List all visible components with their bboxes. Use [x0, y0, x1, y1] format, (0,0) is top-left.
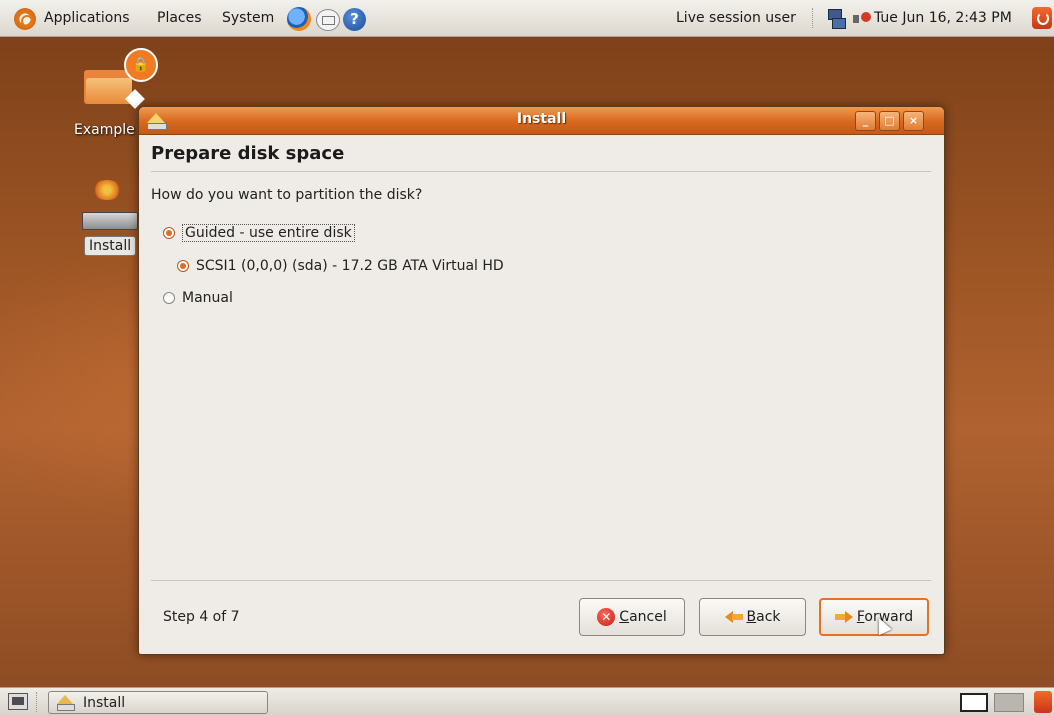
disk-label[interactable]: SCSI1 (0,0,0) (sda) - 17.2 GB ATA Virtua…	[196, 258, 504, 274]
disk-option[interactable]: SCSI1 (0,0,0) (sda) - 17.2 GB ATA Virtua…	[177, 258, 504, 274]
volume-muted-icon[interactable]	[853, 12, 871, 26]
workspace-2[interactable]	[994, 693, 1024, 712]
manual-radio[interactable]	[163, 292, 175, 304]
lock-emblem-icon: 🔒	[124, 48, 158, 82]
install-desktop-label[interactable]: Install	[84, 236, 137, 256]
applications-menu[interactable]: Applications	[44, 10, 130, 26]
manual-label[interactable]: Manual	[182, 290, 233, 306]
top-panel: Applications Places System ? Live sessio…	[0, 0, 1054, 37]
network-icon[interactable]	[828, 9, 846, 29]
taskbar-item-install[interactable]: Install	[48, 691, 268, 714]
back-button[interactable]: Back	[699, 598, 806, 636]
minimize-button[interactable]: _	[855, 111, 876, 131]
panel-separator	[812, 8, 815, 28]
bottom-panel: Install	[0, 687, 1054, 716]
cancel-icon: ✕	[597, 608, 616, 626]
examples-label[interactable]: Example	[74, 122, 135, 138]
install-window: Install _ □ × Prepare disk space How do …	[138, 106, 945, 655]
manual-option[interactable]: Manual	[163, 290, 233, 306]
partition-question: How do you want to partition the disk?	[151, 187, 423, 203]
page-title: Prepare disk space	[151, 143, 345, 164]
power-icon[interactable]	[1032, 7, 1052, 29]
firefox-icon[interactable]	[287, 7, 311, 31]
guided-option[interactable]: Guided - use entire disk	[163, 224, 355, 242]
mail-icon[interactable]	[316, 9, 340, 31]
cancel-button[interactable]: ✕ Cancel	[579, 598, 685, 636]
titlebar[interactable]: Install _ □ ×	[139, 107, 944, 135]
divider	[151, 580, 931, 581]
forward-arrow-icon	[834, 608, 853, 626]
help-icon[interactable]: ?	[343, 8, 366, 31]
installer-icon	[57, 695, 75, 711]
ubuntu-logo-icon[interactable]	[14, 8, 36, 30]
system-menu[interactable]: System	[222, 10, 274, 26]
back-arrow-icon	[724, 608, 743, 626]
taskbar-label: Install	[83, 695, 126, 711]
panel-separator	[36, 692, 39, 712]
show-desktop-icon[interactable]	[8, 693, 28, 710]
places-menu[interactable]: Places	[157, 10, 202, 26]
guided-label[interactable]: Guided - use entire disk	[182, 224, 355, 242]
window-title: Install	[516, 111, 567, 127]
forward-button[interactable]: Forward	[819, 598, 929, 636]
divider	[151, 171, 931, 172]
disk-radio[interactable]	[177, 260, 189, 272]
install-icon[interactable]	[82, 180, 138, 230]
close-button[interactable]: ×	[903, 111, 924, 131]
guided-radio[interactable]	[163, 227, 175, 239]
step-indicator: Step 4 of 7	[163, 609, 240, 625]
clock[interactable]: Tue Jun 16, 2:43 PM	[874, 10, 1012, 26]
workspace-1[interactable]	[960, 693, 988, 712]
trash-icon[interactable]	[1034, 691, 1052, 713]
session-user[interactable]: Live session user	[676, 10, 796, 26]
maximize-button[interactable]: □	[879, 111, 900, 131]
